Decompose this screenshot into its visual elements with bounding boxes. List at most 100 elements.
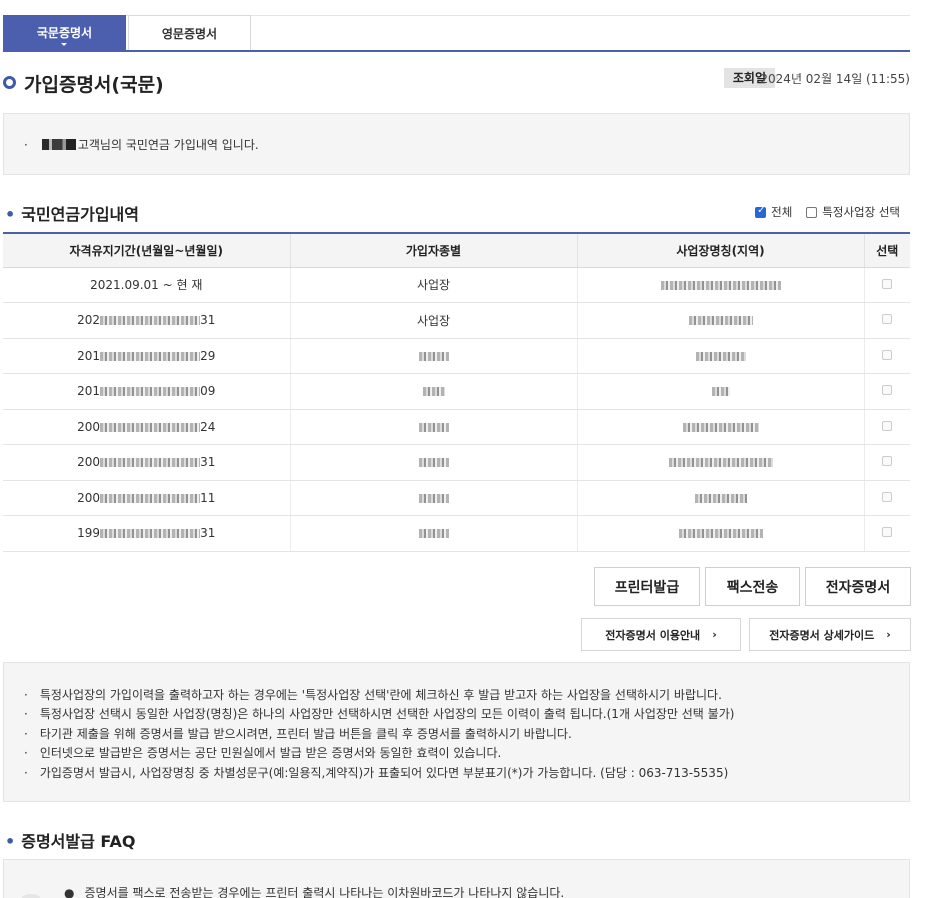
table-row: 200 31 xyxy=(3,444,910,481)
option-all[interactable]: 전체 xyxy=(755,204,792,220)
header-type: 가입자종별 xyxy=(290,233,578,268)
workplace-cell xyxy=(577,444,865,481)
table-row: 201 09 xyxy=(3,373,910,410)
list-item: · 인터넷으로 발급받은 증명서는 공단 민원실에서 발급 받은 증명서와 동일한… xyxy=(24,746,502,761)
ring-bullet-icon xyxy=(3,76,16,89)
redacted-text xyxy=(660,280,781,290)
redacted-text xyxy=(100,458,201,468)
period-cell: 201 29 xyxy=(3,338,291,374)
list-item: · 타기관 제출을 위해 증명서를 발급 받으시려면, 프린터 발급 버튼을 클릭… xyxy=(24,726,572,741)
table-row: 2021.09.01 ~ 현 재 사업장 xyxy=(3,267,910,303)
list-item: · 가입증명서 발급시, 사업장명칭 중 차별성문구(예:일용직,계약직)가 표출… xyxy=(24,765,729,780)
redacted-text xyxy=(678,529,763,539)
row-checkbox[interactable] xyxy=(882,278,893,289)
usage-guide-label: 전자증명서 이용안내 xyxy=(605,628,701,642)
section-title-faq: • 증명서발급 FAQ xyxy=(5,828,135,852)
section-title-text: 증명서발급 FAQ xyxy=(21,832,136,851)
chevron-right-icon: › xyxy=(886,628,891,641)
bullet-icon: · xyxy=(24,138,28,152)
detail-guide-label: 전자증명서 상세가이드 xyxy=(769,628,875,642)
workplace-cell xyxy=(577,338,865,374)
chevron-right-icon: › xyxy=(712,628,717,641)
type-cell: 사업장 xyxy=(290,302,578,339)
row-checkbox[interactable] xyxy=(882,385,893,396)
header-select: 선택 xyxy=(864,233,910,268)
e-certificate-button[interactable]: 전자증명서 xyxy=(805,567,911,606)
redacted-text xyxy=(418,493,449,503)
workplace-cell xyxy=(577,302,865,339)
select-cell[interactable] xyxy=(864,373,910,410)
redacted-text xyxy=(682,422,759,432)
type-cell xyxy=(290,444,578,481)
option-specific-label: 특정사업장 선택 xyxy=(822,205,900,219)
fax-send-button[interactable]: 팩스전송 xyxy=(705,567,800,606)
select-cell[interactable] xyxy=(864,302,910,339)
type-cell: 사업장 xyxy=(290,267,578,303)
table-row: 201 29 xyxy=(3,338,910,374)
option-specific[interactable]: 특정사업장 선택 xyxy=(806,204,900,220)
redacted-text xyxy=(688,316,753,326)
row-checkbox[interactable] xyxy=(882,420,893,431)
table-row: 202 31 사업장 xyxy=(3,302,910,339)
period-cell: 199 31 xyxy=(3,515,291,552)
workplace-cell xyxy=(577,267,865,303)
row-checkbox[interactable] xyxy=(882,491,893,502)
customer-notice: · 고객님의 국민연금 가입내역 입니다. xyxy=(24,136,259,153)
option-all-label: 전체 xyxy=(771,205,793,219)
redacted-text xyxy=(711,387,730,397)
query-date-value: 2024년 02월 14일 (11:55) xyxy=(760,72,910,86)
redacted-text xyxy=(418,422,449,432)
checkbox-specific[interactable] xyxy=(806,206,818,218)
select-cell[interactable] xyxy=(864,267,910,303)
redacted-text xyxy=(694,493,747,503)
e-cert-detail-guide-link[interactable]: 전자증명서 상세가이드 › xyxy=(749,618,911,651)
period-cell: 200 11 xyxy=(3,480,291,516)
period-cell: 202 31 xyxy=(3,302,291,339)
certificate-tabs: 국문증명서 영문증명서 xyxy=(3,15,910,52)
redacted-text xyxy=(100,493,201,503)
select-cell[interactable] xyxy=(864,515,910,552)
redacted-text xyxy=(418,351,449,361)
dot-bullet-icon: • xyxy=(5,205,16,224)
header-workplace: 사업장명칭(지역) xyxy=(577,233,865,268)
redacted-text xyxy=(668,458,773,468)
faq-box: ● 증명서를 팩스로 전송받는 경우에는 프린터 출력시 나타나는 이차원바코드가… xyxy=(3,859,910,898)
select-cell[interactable] xyxy=(864,480,910,516)
redacted-text xyxy=(100,529,201,539)
table-row: 200 11 xyxy=(3,480,910,516)
section-title-enrollment: • 국민연금가입내역 xyxy=(5,201,139,225)
tab-english[interactable]: 영문증명서 xyxy=(128,15,251,50)
row-checkbox[interactable] xyxy=(882,456,893,467)
select-cell[interactable] xyxy=(864,444,910,481)
table-row: 200 24 xyxy=(3,409,910,445)
redacted-text xyxy=(100,422,201,432)
faq-decoration-icon xyxy=(22,894,40,898)
workplace-cell xyxy=(577,373,865,410)
select-cell[interactable] xyxy=(864,338,910,374)
period-cell: 200 31 xyxy=(3,444,291,481)
redacted-text xyxy=(418,529,449,539)
workplace-cell xyxy=(577,515,865,552)
select-cell[interactable] xyxy=(864,409,910,445)
tab-domestic[interactable]: 국문증명서 xyxy=(3,15,126,50)
section-title-text: 국민연금가입내역 xyxy=(21,205,139,224)
row-checkbox[interactable] xyxy=(882,527,893,538)
header-period: 자격유지기간(년월일~년월일) xyxy=(3,233,291,268)
period-cell: 2021.09.01 ~ 현 재 xyxy=(3,267,291,303)
list-item: · 특정사업장 선택시 동일한 사업장(명칭)은 하나의 사업장만 선택하시면 선… xyxy=(24,707,735,722)
title-row: 가입증명서(국문) 조회일 2024년 02월 14일 (11:55) xyxy=(3,68,910,98)
type-cell xyxy=(290,409,578,445)
type-cell xyxy=(290,373,578,410)
checkbox-all[interactable] xyxy=(755,205,767,218)
row-checkbox[interactable] xyxy=(882,349,893,360)
info-notice-box: · 특정사업장의 가입이력을 출력하고자 하는 경우에는 '특정사업장 선택'란에… xyxy=(3,662,910,802)
row-checkbox[interactable] xyxy=(882,314,893,325)
selection-options: 전체 특정사업장 선택 xyxy=(755,204,900,220)
type-cell xyxy=(290,515,578,552)
customer-notice-box: · 고객님의 국민연금 가입내역 입니다. xyxy=(3,113,910,175)
print-issue-button[interactable]: 프린터발급 xyxy=(594,567,700,606)
type-cell xyxy=(290,480,578,516)
e-cert-usage-guide-link[interactable]: 전자증명서 이용안내 › xyxy=(581,618,741,651)
workplace-cell xyxy=(577,409,865,445)
workplace-cell xyxy=(577,480,865,516)
